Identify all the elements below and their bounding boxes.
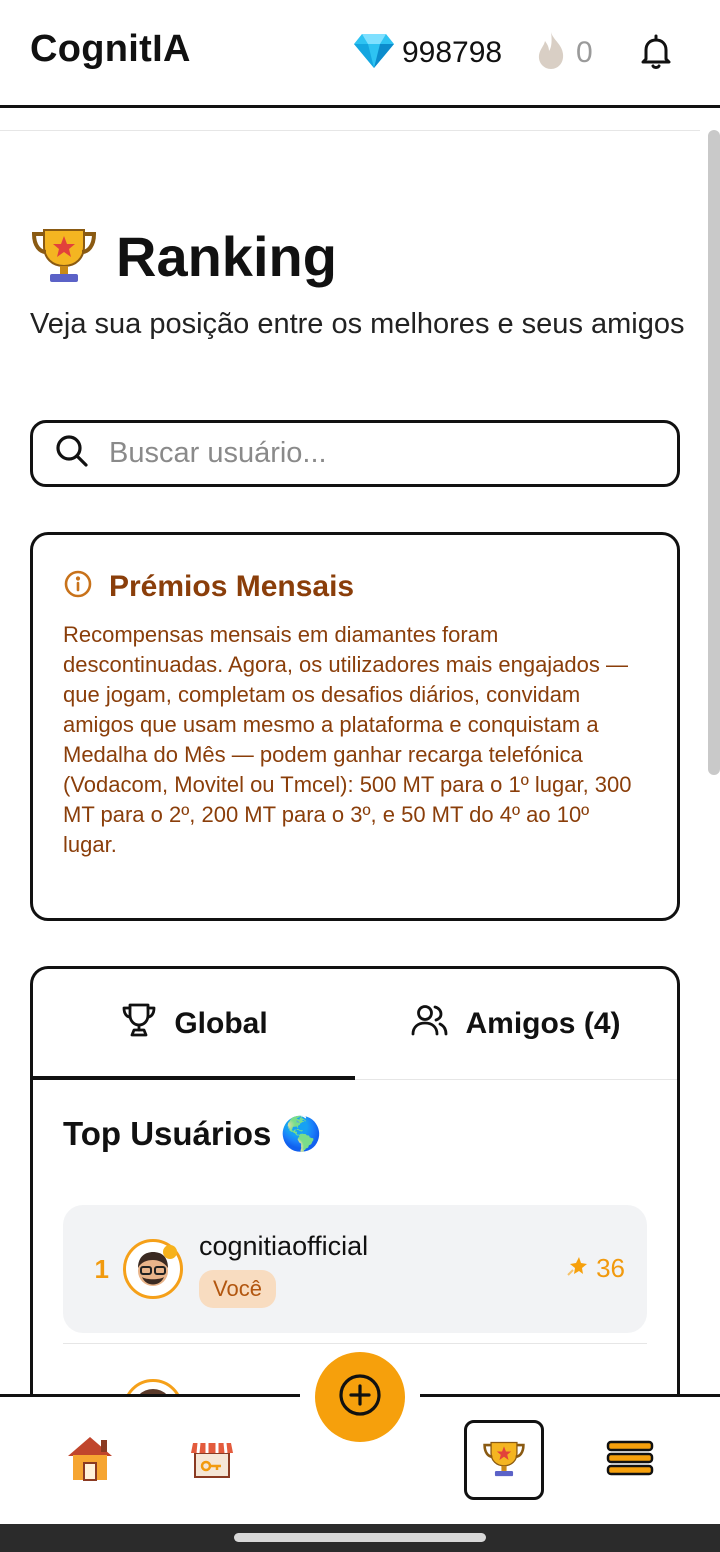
score-value: 36 <box>596 1253 625 1283</box>
monthly-prizes-header: Prémios Mensais <box>63 569 647 604</box>
search-input[interactable] <box>109 437 629 470</box>
flame-icon <box>536 30 566 75</box>
tab-friends-label: Amigos (4) <box>465 1007 621 1040</box>
you-badge: Você <box>199 1269 276 1308</box>
trophy-outline-icon <box>120 1001 158 1047</box>
system-navigation-bar <box>0 1524 720 1552</box>
app-brand: CognitIA <box>30 28 191 70</box>
tab-global-label: Global <box>174 1007 268 1040</box>
nav-ranking[interactable] <box>464 1420 544 1500</box>
content-top-divider <box>0 130 700 131</box>
info-icon <box>63 569 93 604</box>
streak-value: 0 <box>576 35 593 69</box>
gems-counter[interactable]: 998798 <box>354 32 502 73</box>
scrollbar[interactable] <box>708 130 720 775</box>
page-subtitle: Veja sua posição entre os melhores e seu… <box>30 308 685 340</box>
store-icon <box>189 1435 235 1486</box>
trophy-icon <box>482 1437 526 1484</box>
user-info: cognitiaofficial Você <box>199 1231 368 1308</box>
ranking-tabs: Global Amigos (4) <box>33 969 677 1080</box>
leaderboard-row[interactable]: 1 cognitiaofficial Você 36 <box>63 1205 647 1333</box>
tab-friends[interactable]: Amigos (4) <box>355 969 677 1079</box>
row-divider <box>63 1343 647 1344</box>
streak-counter[interactable]: 0 <box>536 30 593 75</box>
monthly-prizes-card: Prémios Mensais Recompensas mensais em d… <box>30 532 680 921</box>
trophy-icon <box>30 222 98 291</box>
active-tab-indicator <box>33 1076 355 1080</box>
avatar[interactable] <box>123 1239 183 1299</box>
gems-value: 998798 <box>402 35 503 69</box>
monthly-prizes-title: Prémios Mensais <box>109 569 355 603</box>
sparkle-star-icon <box>566 1253 588 1284</box>
diamond-icon <box>354 32 394 73</box>
page-title-row: Ranking <box>30 222 337 291</box>
home-gesture-pill[interactable] <box>234 1533 486 1542</box>
nav-border-right <box>420 1394 720 1397</box>
users-icon <box>411 1002 449 1046</box>
leaderboard-title: Top Usuários 🌎 <box>63 1115 322 1152</box>
monthly-prizes-text: Recompensas mensais em diamantes foram d… <box>63 622 632 857</box>
username: cognitiaofficial <box>199 1230 369 1261</box>
bottom-nav <box>0 1352 720 1524</box>
add-button[interactable] <box>315 1352 405 1442</box>
nav-border-left <box>0 1394 300 1397</box>
tab-global[interactable]: Global <box>33 969 355 1079</box>
nav-store[interactable] <box>172 1420 252 1500</box>
top-header: CognitIA 998798 0 <box>0 0 720 108</box>
page-title: Ranking <box>116 225 337 288</box>
plus-circle-icon <box>337 1372 383 1423</box>
rank-number: 1 <box>94 1253 109 1284</box>
nav-home[interactable] <box>50 1420 130 1500</box>
nav-menu[interactable] <box>590 1420 670 1500</box>
bell-icon[interactable] <box>636 32 676 77</box>
search-box[interactable] <box>30 420 680 487</box>
menu-icon <box>606 1440 654 1481</box>
score: 36 <box>566 1253 625 1284</box>
search-icon <box>55 434 89 473</box>
home-icon <box>65 1434 115 1487</box>
